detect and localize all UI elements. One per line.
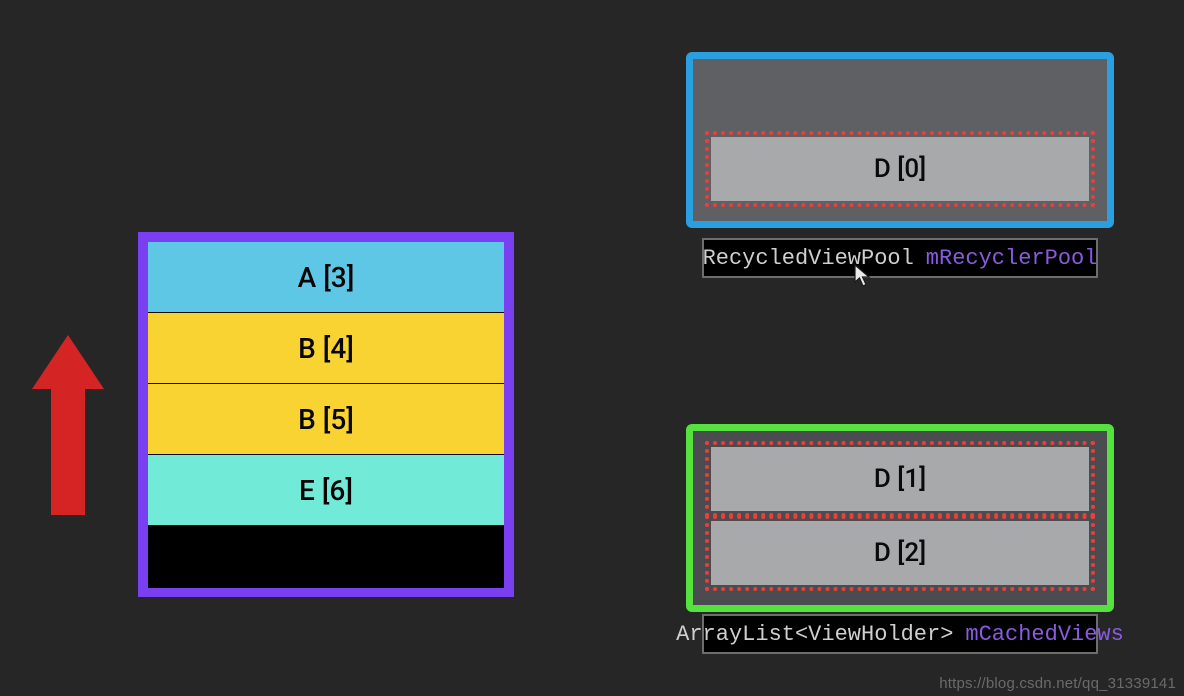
list-item: B [4] bbox=[148, 313, 504, 384]
list-item: A [3] bbox=[148, 242, 504, 313]
recycled-view-pool-caption: RecycledViewPool mRecyclerPool bbox=[702, 238, 1098, 278]
caption-type: RecycledViewPool bbox=[703, 246, 914, 271]
cached-views-box: D [1] D [2] bbox=[686, 424, 1114, 612]
list-item: E [6] bbox=[148, 455, 504, 526]
cached-item: D [2] bbox=[711, 521, 1089, 585]
cached-views-caption: ArrayList<ViewHolder> mCachedViews bbox=[702, 614, 1098, 654]
cached-item: D [1] bbox=[711, 447, 1089, 511]
list-item: B [5] bbox=[148, 384, 504, 455]
watermark-text: https://blog.csdn.net/qq_31339141 bbox=[939, 675, 1176, 692]
recycled-view-pool-box: D [0] bbox=[686, 52, 1114, 228]
scroll-up-arrow bbox=[32, 335, 104, 515]
pool-item: D [0] bbox=[711, 137, 1089, 201]
list-item-empty bbox=[148, 526, 504, 588]
caption-type: ArrayList<ViewHolder> bbox=[676, 622, 953, 647]
caption-variable: mCachedViews bbox=[965, 622, 1123, 647]
recyclerview-viewport: A [3] B [4] B [5] E [6] bbox=[138, 232, 514, 597]
caption-variable: mRecyclerPool bbox=[926, 246, 1098, 271]
